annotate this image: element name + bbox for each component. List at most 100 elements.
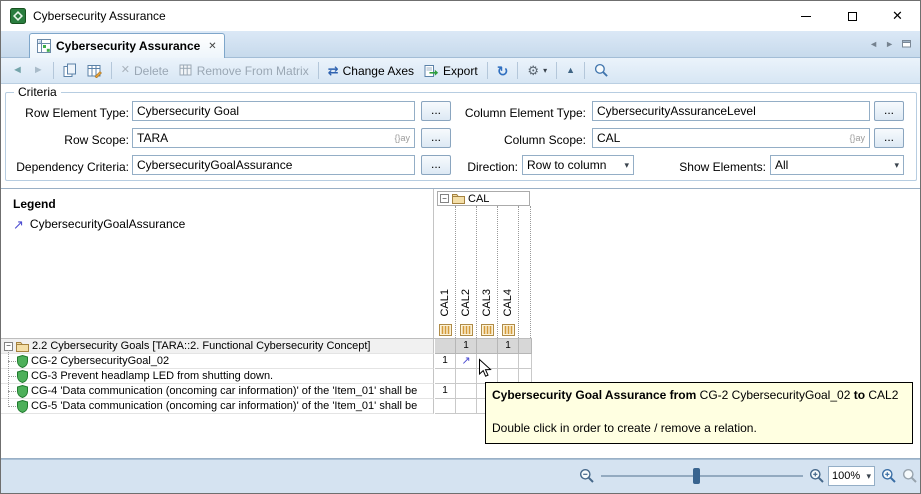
column-element-type-browse-button[interactable]: ...	[874, 101, 904, 121]
column-label: CAL3	[481, 289, 493, 317]
collapse-criteria-button[interactable]: ▲	[561, 64, 580, 77]
legend-panel: Legend ↗ CybersecurityGoalAssurance	[1, 189, 434, 338]
fit-zoom-icon[interactable]	[902, 468, 918, 484]
row-element-type-input[interactable]	[133, 102, 414, 120]
column-element-type-input[interactable]	[593, 102, 869, 120]
toolbar: ◄ ► ✕Delete Remove From Matrix ⇄Change A…	[1, 58, 920, 84]
matrix-cell[interactable]	[456, 369, 477, 384]
matrix-cell[interactable]: 1	[435, 384, 456, 399]
tab-nav: ◄ ►	[869, 38, 912, 49]
matrix-group-row[interactable]: − 2.2 Cybersecurity Goals [TARA::2. Func…	[1, 339, 532, 354]
matrix-row-cg2[interactable]: CG-2 CybersecurityGoal_02 1 ↗	[1, 354, 532, 369]
scope-type-badge-icon: {}ay	[849, 133, 869, 143]
back-button[interactable]: ◄	[7, 63, 28, 78]
row-label-cell[interactable]: CG-5 'Data communication (oncoming car i…	[1, 399, 434, 414]
dependency-criteria-browse-button[interactable]: ...	[421, 155, 451, 175]
tree-line	[8, 376, 16, 377]
matrix-cell[interactable]	[456, 384, 477, 399]
delete-button[interactable]: ✕Delete	[116, 62, 174, 80]
settings-button[interactable]: ⚙▾	[522, 62, 552, 79]
matrix-cell[interactable]	[435, 399, 456, 414]
zoom-out-icon[interactable]	[579, 468, 595, 484]
forward-button[interactable]: ►	[28, 63, 49, 78]
matrix-cell[interactable]	[456, 399, 477, 414]
matrix-cell[interactable]: 1	[435, 354, 456, 369]
column-header-cal4[interactable]: CAL4	[498, 206, 519, 338]
maximize-button[interactable]	[829, 1, 875, 31]
slider-thumb[interactable]	[693, 468, 700, 484]
export-button[interactable]: Export	[419, 62, 483, 80]
relation-arrow-icon: ↗	[13, 218, 24, 231]
direction-value: Row to column	[527, 158, 606, 172]
criteria-panel: Criteria Row Element Type: ... Column El…	[5, 92, 917, 181]
toolbar-separator	[111, 62, 112, 79]
minimize-button[interactable]	[783, 1, 829, 31]
column-scope-input[interactable]	[593, 129, 849, 147]
toolbar-separator	[53, 62, 54, 79]
tooltip-hint-text: Double click in order to create / remove…	[492, 420, 906, 436]
copy-button[interactable]	[58, 61, 82, 80]
status-bar: 100%▾	[1, 459, 920, 493]
cybersecurity-goal-icon	[17, 400, 28, 413]
refresh-button[interactable]: ↻	[492, 62, 514, 80]
row-label: CG-2 CybersecurityGoal_02	[31, 355, 169, 367]
search-button[interactable]	[589, 61, 614, 80]
matrix-cell[interactable]	[435, 369, 456, 384]
show-elements-select[interactable]: All▾	[770, 155, 904, 175]
column-scope-browse-button[interactable]: ...	[874, 128, 904, 148]
tab-close-icon[interactable]: ✕	[208, 41, 216, 52]
folder-icon	[452, 193, 465, 204]
float-window-icon[interactable]	[901, 38, 912, 49]
row-element-type-browse-button[interactable]: ...	[421, 101, 451, 121]
direction-label: Direction:	[458, 157, 518, 177]
matrix-cell[interactable]: 1	[456, 339, 477, 354]
column-header-cal3[interactable]: CAL3	[477, 206, 498, 338]
zoom-level-select[interactable]: 100%▾	[828, 466, 875, 486]
row-label-cell[interactable]: CG-3 Prevent headlamp LED from shutting …	[1, 369, 434, 384]
row-scope-input[interactable]	[133, 129, 394, 147]
matrix-row-cg5[interactable]: CG-5 'Data communication (oncoming car i…	[1, 399, 532, 414]
search-icon	[594, 63, 609, 78]
group-row-label-cell[interactable]: − 2.2 Cybersecurity Goals [TARA::2. Func…	[1, 339, 434, 354]
tab-cybersecurity-assurance[interactable]: Cybersecurity Assurance ✕	[29, 33, 225, 58]
dependency-criteria-label: Dependency Criteria:	[12, 157, 129, 177]
row-label-cell[interactable]: CG-2 CybersecurityGoal_02	[1, 354, 434, 369]
change-axes-button[interactable]: ⇄Change Axes	[323, 62, 419, 80]
close-button[interactable]: ✕	[875, 1, 920, 31]
tab-scroll-left-icon[interactable]: ◄	[869, 39, 878, 49]
matrix-cell[interactable]	[435, 339, 456, 354]
column-group-header-cal[interactable]: − CAL	[437, 191, 530, 206]
column-element-type-field	[592, 101, 870, 121]
mouse-cursor	[478, 358, 492, 381]
group-row-label: 2.2 Cybersecurity Goals [TARA::2. Functi…	[32, 340, 371, 352]
collapse-expander-icon[interactable]: −	[440, 194, 449, 203]
direction-select[interactable]: Row to column▾	[522, 155, 634, 175]
toolbar-separator	[517, 62, 518, 79]
zoom-magnifier-icon[interactable]	[881, 468, 897, 484]
matrix-icon	[37, 39, 51, 53]
open-table-button[interactable]	[82, 62, 107, 80]
chevron-down-icon: ▾	[543, 67, 547, 75]
matrix-cell-filler	[519, 339, 532, 354]
remove-from-matrix-button[interactable]: Remove From Matrix	[174, 62, 314, 80]
matrix-cell-relation[interactable]: ↗	[456, 354, 477, 369]
scope-type-badge-icon: {}ay	[394, 133, 414, 143]
matrix-row-cg4[interactable]: CG-4 'Data communication (oncoming car i…	[1, 384, 532, 399]
row-label-cell[interactable]: CG-4 'Data communication (oncoming car i…	[1, 384, 434, 399]
legend-item-label: CybersecurityGoalAssurance	[30, 217, 185, 231]
matrix-cell[interactable]: 1	[498, 339, 519, 354]
matrix-cell[interactable]	[498, 354, 519, 369]
zoom-slider[interactable]	[601, 468, 803, 484]
row-element-type-label: Row Element Type:	[12, 103, 129, 123]
column-header-cal1[interactable]: CAL1	[435, 206, 456, 338]
zoom-in-icon[interactable]	[809, 468, 825, 484]
column-header-cal2[interactable]: CAL2	[456, 206, 477, 338]
matrix-row-cg3[interactable]: CG-3 Prevent headlamp LED from shutting …	[1, 369, 532, 384]
delete-icon: ✕	[121, 65, 130, 76]
row-scope-browse-button[interactable]: ...	[421, 128, 451, 148]
remove-from-matrix-label: Remove From Matrix	[197, 64, 309, 78]
cybersecurity-goal-icon	[17, 355, 28, 368]
tab-scroll-right-icon[interactable]: ►	[885, 39, 894, 49]
dependency-criteria-input[interactable]	[133, 156, 414, 174]
matrix-cell[interactable]	[477, 339, 498, 354]
